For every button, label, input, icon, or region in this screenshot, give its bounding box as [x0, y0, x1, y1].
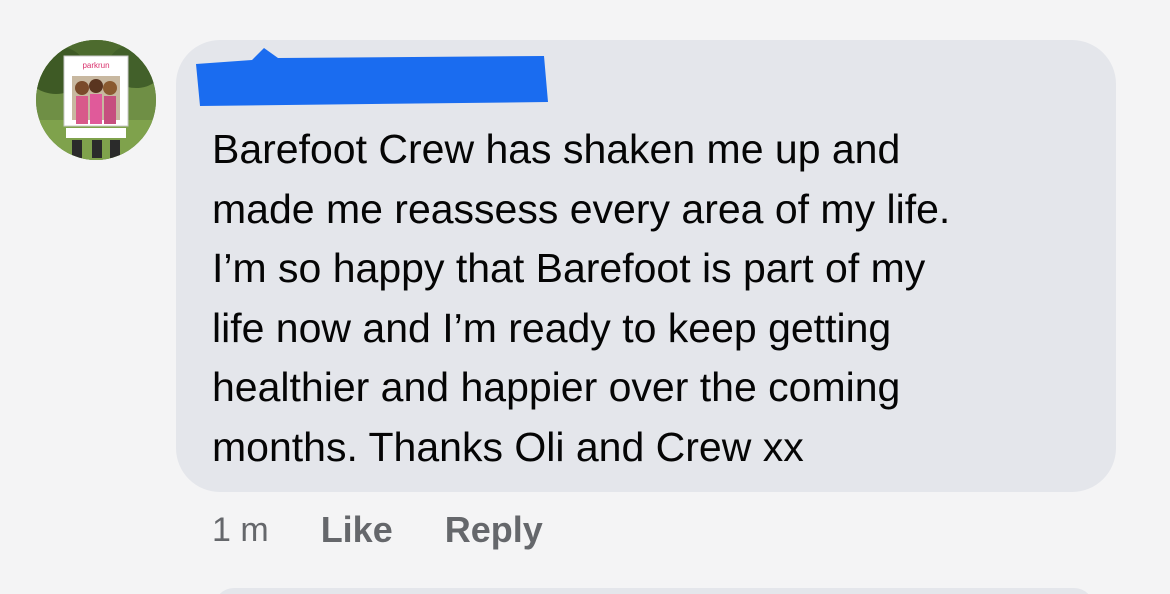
- comment-timestamp[interactable]: 1 m: [212, 511, 269, 550]
- avatar[interactable]: parkrun: [36, 40, 156, 160]
- author-redaction-mark: [196, 48, 548, 106]
- comment-bubble: L d Barefoot Crew has shaken me up and m…: [176, 40, 1116, 492]
- reply-button[interactable]: Reply: [445, 509, 543, 551]
- comment-screen: parkrun L d Barefoot Crew has shaken me …: [0, 0, 1170, 594]
- avatar-sign-text: parkrun: [82, 61, 109, 70]
- comment-text: Barefoot Crew has shaken me up and made …: [212, 126, 951, 470]
- comment-actions: 1 m Like Reply: [212, 506, 595, 554]
- avatar-photo: parkrun: [36, 40, 156, 160]
- next-comment-bubble-edge: [214, 588, 1094, 594]
- like-button[interactable]: Like: [321, 509, 393, 551]
